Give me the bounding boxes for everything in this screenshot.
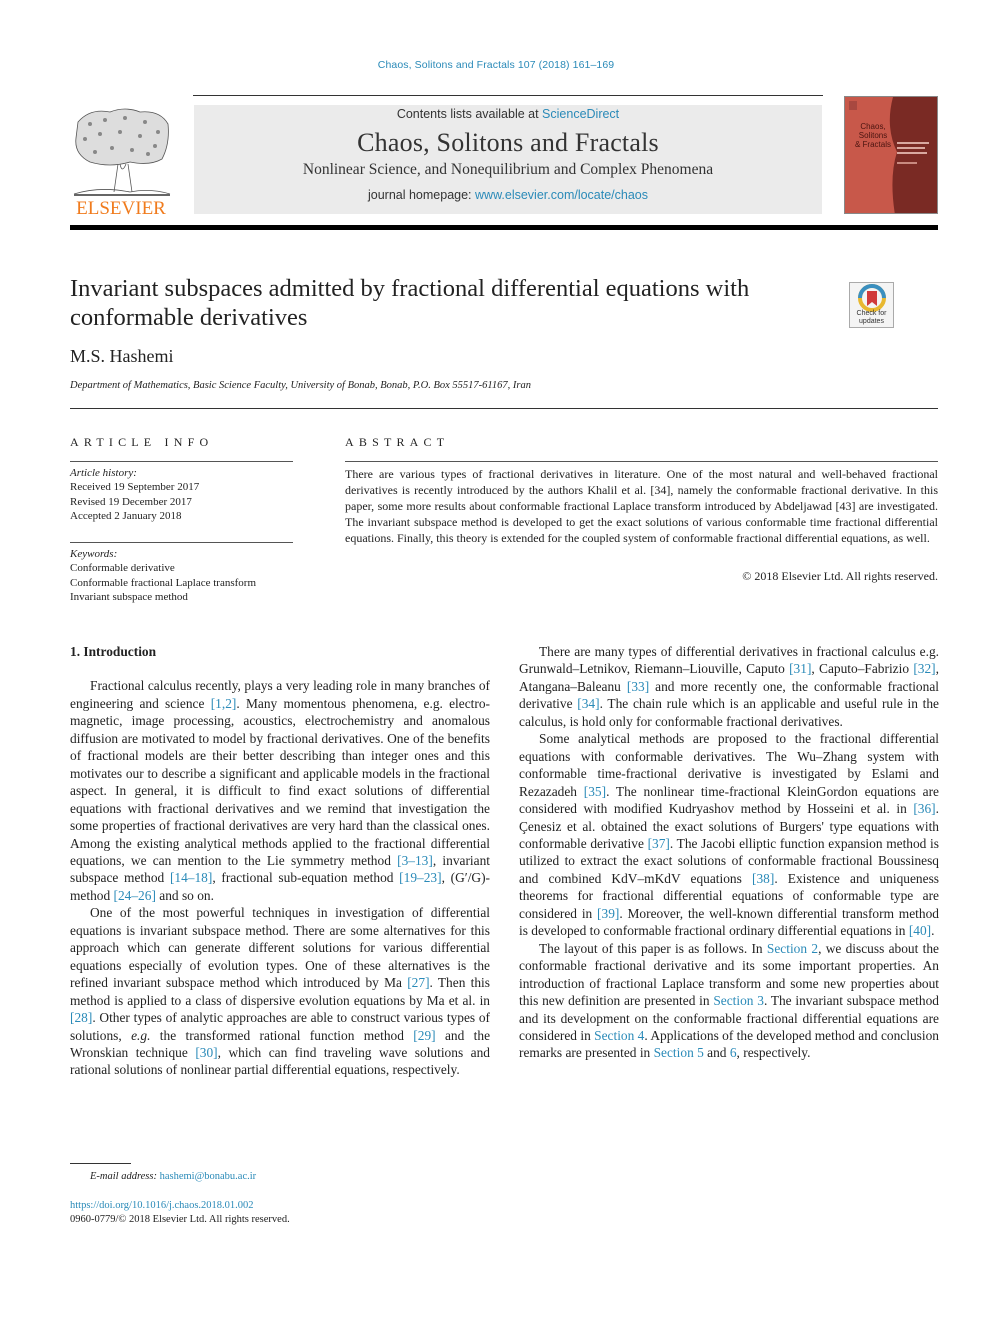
section-divider — [70, 408, 938, 409]
citation-link[interactable]: [35] — [584, 784, 606, 799]
history-accepted: Accepted 2 January 2018 — [70, 510, 182, 523]
top-rule — [193, 95, 823, 96]
article-info-heading: ARTICLE INFO — [70, 435, 214, 449]
citation-link[interactable]: [40] — [909, 923, 931, 938]
article-title: Invariant subspaces admitted by fraction… — [70, 275, 750, 331]
doi-link[interactable]: https://doi.org/10.1016/j.chaos.2018.01.… — [70, 1200, 254, 1211]
author-name[interactable]: M.S. Hashemi — [70, 346, 174, 367]
check-for-updates-button[interactable]: Check for updates — [849, 282, 894, 328]
citation-link[interactable]: [3–13] — [397, 853, 433, 868]
article-history: Article history: Received 19 September 2… — [70, 466, 300, 524]
footnote-email: E-mail address: hashemi@bonabu.ac.ir — [90, 1171, 256, 1182]
body-column-left: 1. Introduction Fractional calculus rece… — [70, 643, 490, 1079]
citation-link[interactable]: [24–26] — [114, 888, 156, 903]
abstract-text: There are various types of fractional de… — [345, 467, 938, 545]
paragraph-5: The layout of this paper is as follows. … — [519, 940, 939, 1062]
section-link[interactable]: Section 5 — [654, 1045, 704, 1060]
citation-link[interactable]: [38] — [752, 871, 774, 886]
citation-link[interactable]: [19–23] — [399, 870, 441, 885]
keyword-item: Conformable derivative — [70, 562, 175, 575]
citation-link[interactable]: [29] — [413, 1028, 435, 1043]
keyword-item: Conformable fractional Laplace transform — [70, 576, 257, 589]
text-span: . — [931, 923, 935, 939]
citation-link[interactable]: [1,2] — [211, 696, 237, 711]
crossmark-label-line-2: updates — [859, 317, 884, 325]
footnote-rule — [70, 1163, 131, 1164]
abstract-copyright: © 2018 Elsevier Ltd. All rights reserved… — [742, 569, 938, 583]
abstract-rule — [345, 461, 938, 462]
citation-link[interactable]: [33] — [627, 679, 649, 694]
keywords-label: Keywords: — [70, 548, 118, 560]
history-revised: Revised 19 December 2017 — [70, 495, 192, 508]
citation-link[interactable]: [27] — [407, 975, 429, 990]
citation-link[interactable]: [31] — [789, 661, 811, 676]
running-head[interactable]: Chaos, Solitons and Fractals 107 (2018) … — [0, 59, 992, 71]
paragraph-3: There are many types of differential der… — [519, 643, 939, 730]
citation-link[interactable]: [28] — [70, 1010, 92, 1025]
text-span: e.g. — [131, 1027, 151, 1043]
text-span: the transformed rational function method — [150, 1027, 414, 1043]
issn-copyright: 0960-0779/© 2018 Elsevier Ltd. All right… — [70, 1214, 290, 1225]
text-span: , Caputo–Fabrizio — [811, 661, 914, 677]
elsevier-wordmark: ELSEVIER — [76, 198, 166, 216]
header-thick-rule — [70, 225, 938, 230]
journal-cover-thumbnail[interactable]: Chaos, Solitons & Fractals — [844, 96, 938, 214]
doi-block: https://doi.org/10.1016/j.chaos.2018.01.… — [70, 1199, 290, 1227]
crossmark-label-line-1: Check for — [856, 310, 887, 317]
citation-link[interactable]: [34] — [577, 696, 599, 711]
paragraph-2: One of the most powerful techniques in i… — [70, 904, 490, 1079]
cover-title-line-2: Solitons — [859, 131, 887, 140]
citation-link[interactable]: [39] — [597, 906, 619, 921]
citation-link[interactable]: [32] — [913, 661, 935, 676]
abstract-heading: ABSTRACT — [345, 435, 450, 449]
cover-title-line-3: & Fractals — [855, 140, 891, 149]
cover-title-line-1: Chaos, — [860, 122, 885, 131]
author-affiliation: Department of Mathematics, Basic Science… — [70, 380, 531, 391]
citation-link[interactable]: [30] — [195, 1045, 217, 1060]
journal-title: Chaos, Solitons and Fractals — [357, 128, 659, 157]
keywords: Keywords: Conformable derivative Conform… — [70, 547, 300, 605]
text-span: The layout of this paper is as follows. … — [539, 940, 767, 956]
email-link[interactable]: hashemi@bonabu.ac.ir — [160, 1171, 257, 1182]
journal-homepage-link[interactable]: www.elsevier.com/locate/chaos — [475, 188, 648, 202]
keyword-item: Invariant subspace method — [70, 591, 188, 604]
body-column-right: There are many types of differential der… — [519, 643, 939, 1062]
contents-line: Contents lists available at ScienceDirec… — [194, 107, 822, 121]
text-span: and so on. — [155, 887, 214, 903]
paragraph-1: Fractional calculus recently, plays a ve… — [70, 677, 490, 904]
article-history-label: Article history: — [70, 467, 137, 479]
text-span: . Many momentous phenomena, e.g. electro… — [70, 695, 490, 868]
text-span: , fractional sub-equation method — [212, 870, 400, 886]
homepage-prefix: journal homepage: — [367, 188, 476, 202]
section-link[interactable]: Section 4 — [594, 1028, 644, 1043]
citation-link[interactable]: [37] — [648, 836, 670, 851]
journal-cover-image: Chaos, Solitons & Fractals — [845, 97, 937, 213]
crossmark-icon — [858, 284, 886, 312]
keywords-rule — [70, 542, 293, 543]
email-label: E-mail address: — [90, 1171, 160, 1182]
citation-link[interactable]: [36] — [913, 801, 935, 816]
text-span: and — [703, 1045, 730, 1061]
paragraph-4: Some analytical methods are proposed to … — [519, 730, 939, 939]
article-info-rule — [70, 461, 293, 462]
citation-link[interactable]: [14–18] — [170, 870, 212, 885]
text-span: , respectively. — [736, 1045, 811, 1061]
section-heading-introduction: 1. Introduction — [70, 644, 157, 659]
elsevier-tree-icon: ELSEVIER — [73, 108, 171, 219]
contents-prefix: Contents lists available at — [396, 107, 543, 121]
section-link[interactable]: Section 3 — [713, 993, 764, 1008]
history-received: Received 19 September 2017 — [70, 481, 200, 494]
crossmark-label: Check for updates — [850, 310, 893, 325]
section-link[interactable]: Section 2 — [767, 941, 818, 956]
journal-masthead: Contents lists available at ScienceDirec… — [194, 105, 822, 214]
journal-subtitle: Nonlinear Science, and Nonequilibrium an… — [302, 161, 714, 178]
journal-homepage-line: journal homepage: www.elsevier.com/locat… — [194, 188, 822, 202]
elsevier-logo[interactable]: ELSEVIER — [70, 104, 172, 219]
sciencedirect-link[interactable]: ScienceDirect — [542, 107, 619, 121]
section-link[interactable]: 6 — [730, 1045, 737, 1060]
